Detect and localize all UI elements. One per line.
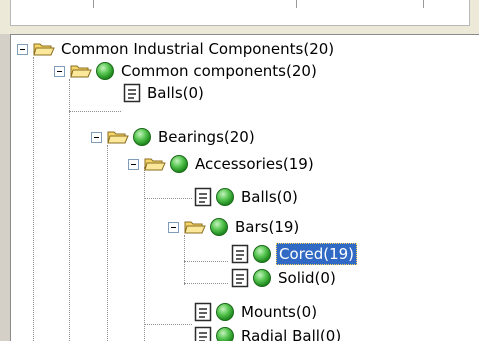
collapse-toggle[interactable] xyxy=(17,43,28,55)
green-ball-icon xyxy=(216,303,234,321)
tree-node-root[interactable]: Common Industrial Components(20) xyxy=(17,38,336,60)
document-icon xyxy=(231,244,249,264)
tree-node-label-selected: Cored(19) xyxy=(276,243,358,265)
collapse-toggle[interactable] xyxy=(128,158,139,170)
folder-open-icon xyxy=(70,65,92,78)
document-icon xyxy=(194,302,212,322)
tick-mark xyxy=(296,0,297,8)
green-ball-icon xyxy=(253,269,271,287)
collapse-toggle[interactable] xyxy=(54,65,65,77)
tree-node-label: Accessories(19) xyxy=(195,155,314,173)
document-icon xyxy=(194,187,212,207)
tree-guide-line xyxy=(184,235,185,285)
folder-open-icon xyxy=(184,221,206,234)
tree-node-label: Bearings(20) xyxy=(158,128,255,146)
document-icon xyxy=(231,268,249,288)
collapse-toggle[interactable] xyxy=(168,221,179,233)
tree-guide-line xyxy=(144,198,192,199)
tree-node-radial-ball[interactable]: Radial Ball(0) xyxy=(194,325,343,341)
tree-node-bearings[interactable]: Bearings(20) xyxy=(91,126,257,148)
document-icon xyxy=(194,326,212,341)
tree-guide-line xyxy=(184,261,228,262)
folder-open-icon xyxy=(107,131,129,144)
document-icon xyxy=(123,83,141,103)
tree-guide-line xyxy=(107,145,108,341)
tick-mark xyxy=(93,0,94,8)
tree-node-label: Bars(19) xyxy=(235,218,300,236)
top-field xyxy=(10,0,470,26)
tree-node-balls[interactable]: Balls(0) xyxy=(123,82,206,104)
tree-node-label: Mounts(0) xyxy=(241,303,318,321)
green-ball-icon xyxy=(216,188,234,206)
tree-node-bars[interactable]: Bars(19) xyxy=(168,216,301,238)
tree-node-label: Balls(0) xyxy=(241,188,298,206)
collapse-toggle[interactable] xyxy=(91,131,102,143)
green-ball-icon xyxy=(170,155,188,173)
tree-node-label: Common components(20) xyxy=(121,62,317,80)
top-toolbar xyxy=(0,0,479,34)
green-ball-icon xyxy=(96,62,114,80)
tree-guide-line xyxy=(144,324,192,325)
green-ball-icon xyxy=(210,218,228,236)
green-ball-icon xyxy=(253,245,271,263)
tree-node-accessories[interactable]: Accessories(19) xyxy=(128,153,316,175)
tree-node-label: Balls(0) xyxy=(147,84,204,102)
folder-open-icon xyxy=(33,43,55,56)
tree-guide-line xyxy=(69,79,70,341)
tree-node-label: Radial Ball(0) xyxy=(241,327,342,341)
tree-guide-line xyxy=(144,167,145,341)
tree-node-mounts[interactable]: Mounts(0) xyxy=(194,301,319,323)
green-ball-icon xyxy=(216,327,234,341)
tick-mark xyxy=(423,0,424,8)
tree-node-accessory-balls[interactable]: Balls(0) xyxy=(194,186,300,208)
tree-guide-line xyxy=(69,111,121,112)
tree-node-cored[interactable]: Cored(19) xyxy=(231,243,358,265)
tree-node-label: Solid(0) xyxy=(278,269,336,287)
tree-node-solid[interactable]: Solid(0) xyxy=(231,267,338,289)
folder-open-icon xyxy=(144,158,166,171)
tree-guide-line xyxy=(184,283,228,284)
tree-guide-line xyxy=(33,57,34,341)
tree-node-label: Common Industrial Components(20) xyxy=(61,40,335,58)
component-tree[interactable]: Common Industrial Components(20) Common … xyxy=(10,34,479,341)
tree-node-common-components[interactable]: Common components(20) xyxy=(54,60,319,82)
green-ball-icon xyxy=(133,128,151,146)
